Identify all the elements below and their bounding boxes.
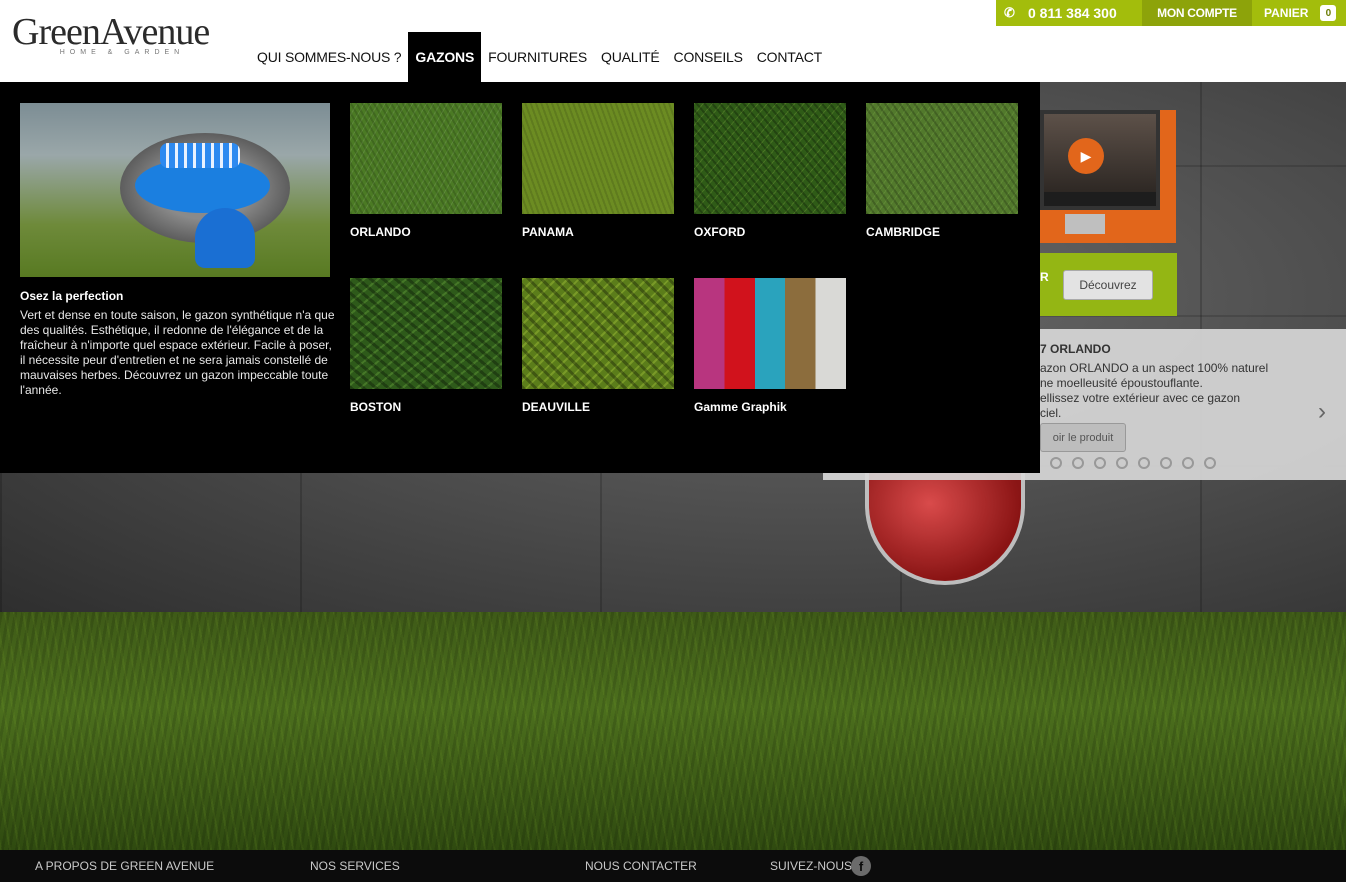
main-nav: QUI SOMMES-NOUS ? GAZONS FOURNITURES QUA… — [250, 32, 829, 82]
slider-dot[interactable] — [1050, 457, 1062, 469]
background-grass — [0, 612, 1346, 850]
product-oxford[interactable]: OXFORD — [694, 103, 846, 239]
product-thumbnail[interactable] — [350, 278, 502, 389]
nav-fournitures[interactable]: FOURNITURES — [481, 32, 594, 82]
logo[interactable]: GreenAvenue HOME & GARDEN — [12, 12, 232, 56]
slider-dot[interactable] — [1182, 457, 1194, 469]
cart-label: PANIER — [1264, 6, 1309, 20]
product-name[interactable]: PANAMA — [522, 225, 674, 239]
product-thumbnail[interactable] — [866, 103, 1018, 214]
nav-qualite[interactable]: QUALITÉ — [594, 32, 667, 82]
table-shape — [195, 208, 255, 268]
product-panama[interactable]: PANAMA — [522, 103, 674, 239]
product-boston[interactable]: BOSTON — [350, 278, 502, 414]
account-button[interactable]: MON COMPTE — [1142, 0, 1252, 26]
nav-conseils[interactable]: CONSEILS — [667, 32, 750, 82]
product-name[interactable]: DEAUVILLE — [522, 400, 674, 414]
product-name[interactable]: Gamme Graphik — [694, 400, 846, 414]
slider-dots — [1050, 457, 1216, 469]
product-thumbnail[interactable] — [350, 103, 502, 214]
product-orlando[interactable]: ORLANDO — [350, 103, 502, 239]
nav-contact[interactable]: CONTACT — [750, 32, 829, 82]
top-bar: ✆ 0 811 384 300 MON COMPTE PANIER 0 — [996, 0, 1346, 26]
slider-dot[interactable] — [1094, 457, 1106, 469]
product-thumbnail[interactable] — [694, 103, 846, 214]
chevron-right-icon[interactable]: › — [1318, 398, 1326, 426]
decouvrez-button[interactable]: Découvrez — [1063, 270, 1153, 300]
product-thumbnail[interactable] — [694, 278, 846, 389]
product-thumbnail[interactable] — [522, 278, 674, 389]
slider-dot[interactable] — [1204, 457, 1216, 469]
footer-about-link[interactable]: A PROPOS DE GREEN AVENUE — [35, 859, 214, 873]
product-name[interactable]: ORLANDO — [350, 225, 502, 239]
featured-description: Vert et dense en toute saison, le gazon … — [20, 308, 335, 397]
featured-title: Osez la perfection — [20, 289, 124, 303]
slider-description: azon ORLANDO a un aspect 100% naturel ne… — [1040, 361, 1269, 420]
phone-icon: ✆ — [1004, 5, 1015, 20]
monitor-stand — [1065, 214, 1105, 234]
slider-dot[interactable] — [1138, 457, 1150, 469]
footer-services-link[interactable]: NOS SERVICES — [310, 859, 400, 873]
product-name[interactable]: CAMBRIDGE — [866, 225, 1018, 239]
logo-text: GreenAvenue — [12, 11, 210, 53]
cart-button[interactable]: PANIER 0 — [1252, 0, 1346, 26]
product-deauville[interactable]: DEAUVILLE — [522, 278, 674, 414]
view-product-button[interactable]: oir le produit — [1040, 423, 1126, 452]
featured-image[interactable] — [20, 103, 330, 277]
slider-dot[interactable] — [1116, 457, 1128, 469]
product-name[interactable]: OXFORD — [694, 225, 846, 239]
slider-title: 7 ORLANDO — [1040, 342, 1111, 356]
nav-gazons[interactable]: GAZONS — [408, 32, 482, 82]
site-footer: A PROPOS DE GREEN AVENUE NOS SERVICES NO… — [0, 850, 1346, 882]
footer-contact-link[interactable]: NOUS CONTACTER — [585, 859, 697, 873]
slider-dot[interactable] — [1160, 457, 1172, 469]
gazons-mega-menu: Osez la perfection Vert et dense en tout… — [0, 82, 1040, 473]
facebook-icon[interactable]: f — [851, 856, 871, 876]
phone-text: 0 811 384 300 — [1028, 5, 1117, 21]
phone-number[interactable]: ✆ 0 811 384 300 — [996, 0, 1142, 26]
bag-icon: 0 — [1320, 5, 1337, 21]
green-promo-text: R — [1040, 270, 1049, 284]
product-gamme-graphik[interactable]: Gamme Graphik — [694, 278, 846, 414]
product-thumbnail[interactable] — [522, 103, 674, 214]
footer-follow-label: SUIVEZ-NOUS — [770, 859, 853, 873]
slider-dot[interactable] — [1072, 457, 1084, 469]
sofa-pillows-shape — [160, 143, 240, 168]
site-header: GreenAvenue HOME & GARDEN QUI SOMMES-NOU… — [0, 0, 1346, 82]
product-cambridge[interactable]: CAMBRIDGE — [866, 103, 1018, 239]
product-name[interactable]: BOSTON — [350, 400, 502, 414]
nav-qui-sommes-nous[interactable]: QUI SOMMES-NOUS ? — [250, 32, 408, 82]
play-icon[interactable]: ▶ — [1068, 138, 1104, 174]
